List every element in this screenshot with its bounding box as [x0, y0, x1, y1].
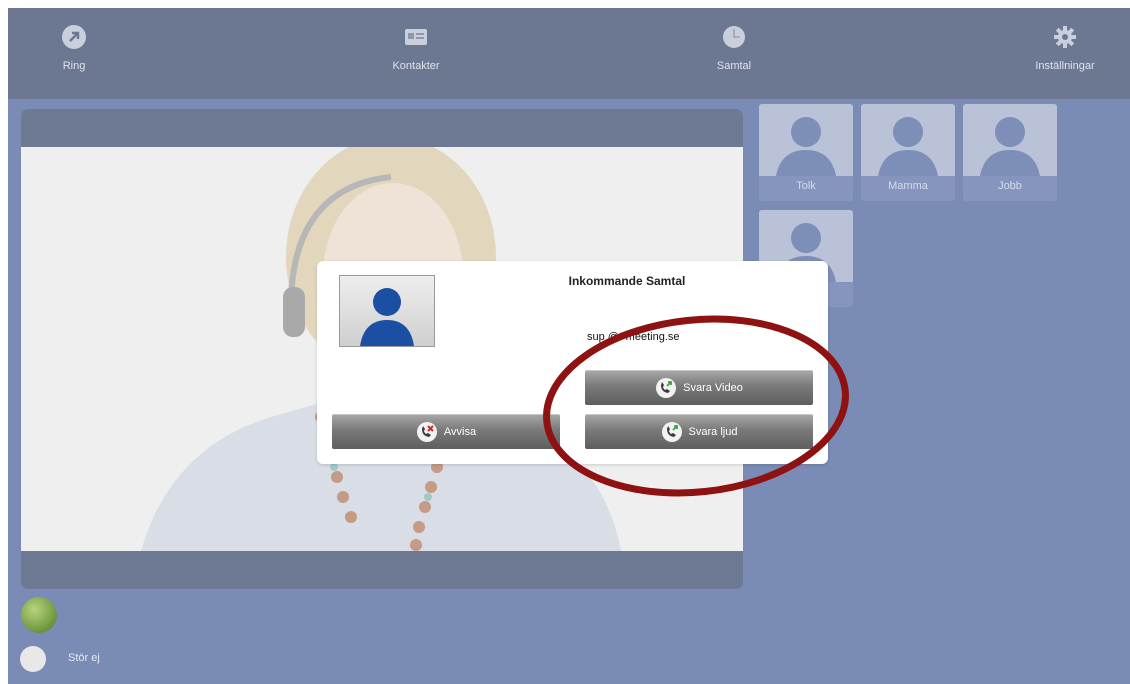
caller-address: sup @t-meeting.se [587, 331, 680, 343]
incoming-call-dialog: Inkommande Samtal sup @t-meeting.se Svar… [317, 261, 828, 464]
contact-tile[interactable]: Mamma [861, 104, 955, 201]
contact-name: Jobb [998, 180, 1022, 192]
nav-kontakter[interactable]: Kontakter [356, 24, 476, 72]
nav-samtal[interactable]: Samtal [674, 24, 794, 72]
person-icon [878, 117, 938, 176]
answer-video-button[interactable]: Svara Video [585, 370, 813, 405]
answer-call-icon [656, 377, 677, 398]
contact-card-icon [405, 29, 427, 45]
nav-ring-label: Ring [62, 60, 86, 72]
contact-name: Mamma [888, 180, 928, 192]
do-not-disturb-label: Stör ej [68, 652, 100, 664]
answer-audio-button[interactable]: Svara ljud [585, 414, 813, 449]
answer-video-label: Svara Video [683, 381, 743, 394]
contact-tile[interactable]: Jobb [963, 104, 1057, 201]
nav-ring[interactable]: Ring [14, 24, 134, 72]
reject-label: Avvisa [443, 425, 477, 438]
dialog-title: Inkommande Samtal [568, 274, 686, 288]
contact-name: Tolk [796, 180, 816, 192]
reject-call-button[interactable]: Avvisa [332, 414, 560, 449]
person-icon [360, 288, 414, 346]
nav-settings[interactable]: Inställningar [1005, 24, 1125, 72]
nav-samtal-label: Samtal [716, 60, 752, 72]
arrow-call-icon [62, 25, 86, 49]
caller-avatar [339, 275, 435, 347]
contact-avatar [861, 104, 955, 176]
person-icon [776, 117, 836, 176]
reject-call-icon [416, 421, 437, 442]
answer-audio-label: Svara ljud [688, 425, 738, 438]
nav-kontakter-label: Kontakter [392, 60, 440, 72]
clock-icon [723, 26, 745, 48]
top-nav-bar: Ring Kontakter Samtal Inställningar [8, 8, 1130, 99]
person-icon [980, 117, 1040, 176]
nav-settings-label: Inställningar [1035, 60, 1095, 72]
gear-icon [1054, 26, 1076, 48]
globe-status-icon[interactable] [21, 597, 57, 633]
do-not-disturb-toggle[interactable] [20, 646, 46, 672]
contact-tile[interactable]: Tolk [759, 104, 853, 201]
answer-call-icon [661, 421, 682, 442]
contact-avatar [963, 104, 1057, 176]
app-window: Ring Kontakter Samtal Inställningar Tolk… [8, 8, 1130, 684]
contact-avatar [759, 104, 853, 176]
